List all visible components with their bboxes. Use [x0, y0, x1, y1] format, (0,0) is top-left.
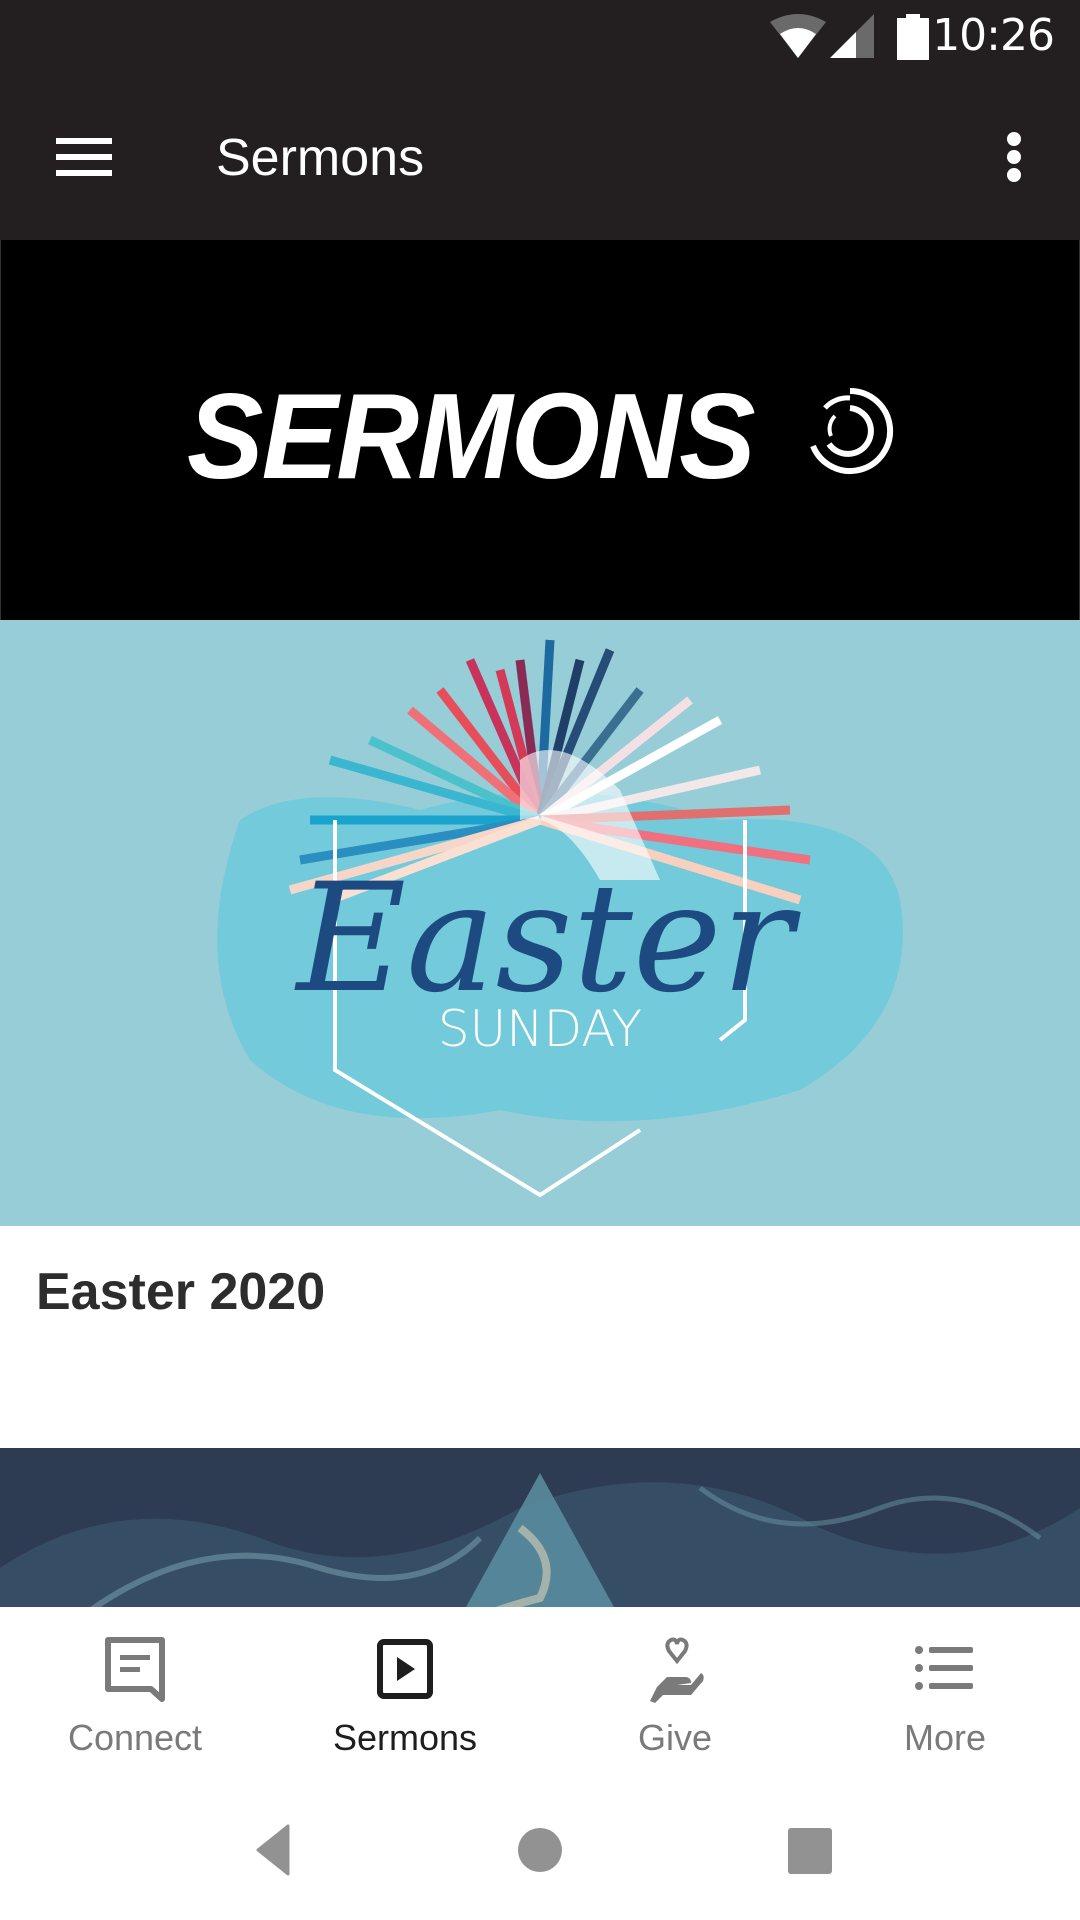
play-video-icon — [377, 1639, 433, 1699]
tab-give-label: Give — [637, 1717, 713, 1758]
cell-signal-icon — [830, 14, 874, 58]
clock: 10:26 — [932, 10, 1055, 61]
tab-connect[interactable]: Connect — [0, 1607, 270, 1780]
back-icon[interactable] — [240, 1820, 300, 1880]
artwork-caption-text: SUNDAY — [438, 1000, 642, 1058]
sermons-banner: SERMONS — [0, 240, 1080, 620]
sermon-feed[interactable]: SERMONS Easter SUNDAY Easter 2020 — [0, 240, 1080, 1608]
banner-title: SERMONS — [187, 368, 756, 504]
hand-heart-icon — [650, 1637, 704, 1703]
bottom-navigation: Connect Sermons Give More — [0, 1607, 1080, 1780]
recents-icon[interactable] — [780, 1820, 840, 1880]
sermon-card-info[interactable]: Easter 2020 — [0, 1226, 1080, 1448]
easter-sunday-artwork: Easter SUNDAY — [217, 639, 903, 1198]
chat-message-icon — [105, 1637, 165, 1702]
app-bar: Sermons — [0, 72, 1080, 240]
tab-sermons-label: Sermons — [332, 1717, 478, 1758]
wifi-icon — [770, 14, 826, 58]
tab-more[interactable]: More — [810, 1607, 1080, 1780]
status-bar: 10:26 — [0, 0, 1080, 72]
tab-connect-label: Connect — [67, 1717, 203, 1758]
next-sermon-card-image[interactable] — [0, 1448, 1080, 1608]
tab-more-label: More — [903, 1717, 987, 1758]
battery-icon — [897, 14, 929, 60]
system-navigation-bar — [0, 1780, 1080, 1920]
sermon-title[interactable]: Easter 2020 — [36, 1262, 325, 1322]
more-vert-icon[interactable] — [990, 122, 1038, 192]
ocean-artwork — [0, 1448, 1080, 1608]
page-title: Sermons — [216, 129, 425, 187]
tab-sermons[interactable]: Sermons — [270, 1607, 540, 1780]
list-icon — [915, 1646, 973, 1690]
tab-give[interactable]: Give — [540, 1607, 810, 1780]
church-logo-icon — [810, 388, 894, 474]
home-icon[interactable] — [510, 1820, 570, 1880]
sermon-card-image[interactable]: Easter SUNDAY — [0, 620, 1080, 1226]
hamburger-menu-icon[interactable] — [44, 122, 124, 192]
